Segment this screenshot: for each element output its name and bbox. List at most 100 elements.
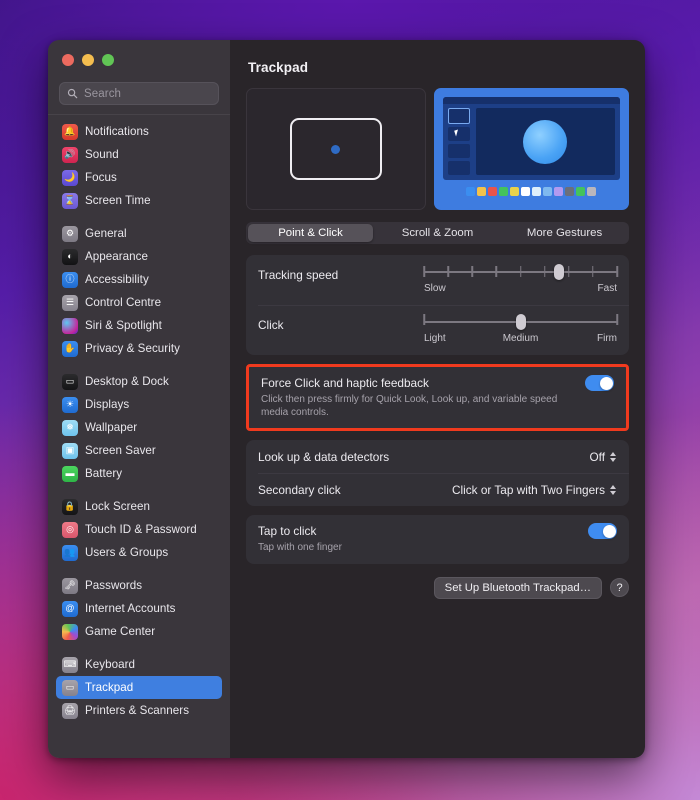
at-icon: @ <box>62 600 78 617</box>
click-label: Click <box>258 318 284 332</box>
person-icon: ⓘ <box>62 271 78 288</box>
slider-tick <box>471 266 473 277</box>
switches-icon: ☰ <box>62 294 78 311</box>
tracking-speed-row: Tracking speed Slow Fast <box>246 255 629 305</box>
sidebar-item-passwords[interactable]: 🗝 Passwords <box>56 574 222 597</box>
sidebar-item-desktop-dock[interactable]: ▭ Desktop & Dock <box>56 370 222 393</box>
sidebar-item-screen-time[interactable]: ⌛ Screen Time <box>56 189 222 212</box>
sidebar-item-touch-id-password[interactable]: ◎ Touch ID & Password <box>56 518 222 541</box>
force-click-toggle[interactable] <box>585 375 614 391</box>
sidebar-item-general[interactable]: ⚙ General <box>56 222 222 245</box>
click-thumb[interactable] <box>515 314 526 330</box>
tap-to-click-toggle[interactable] <box>588 523 617 540</box>
tracking-speed-label: Tracking speed <box>258 268 339 282</box>
search-input[interactable]: Search <box>59 82 219 105</box>
look-up-data-detectors-label: Look up & data detectors <box>258 449 390 464</box>
sidebar-search: Search <box>48 74 230 105</box>
sidebar-item-label: Trackpad <box>85 681 134 694</box>
key-icon: 🗝 <box>62 577 78 594</box>
sidebar-item-label: Privacy & Security <box>85 342 180 355</box>
contrast-icon: ◐ <box>62 248 78 265</box>
sidebar-item-label: Passwords <box>85 579 143 592</box>
sidebar-item-label: Lock Screen <box>85 500 150 513</box>
tracking-speed-thumb[interactable] <box>554 264 565 280</box>
sidebar-item-lock-screen[interactable]: 🔒 Lock Screen <box>56 495 222 518</box>
sidebar-item-keyboard[interactable]: ⌨ Keyboard <box>56 653 222 676</box>
sidebar-item-screen-saver[interactable]: ▣ Screen Saver <box>56 439 222 462</box>
sidebar-item-control-centre[interactable]: ☰ Control Centre <box>56 291 222 314</box>
sidebar-item-trackpad[interactable]: ▭ Trackpad <box>56 676 222 699</box>
sidebar-item-internet-accounts[interactable]: @ Internet Accounts <box>56 597 222 620</box>
sidebar-item-siri-spotlight[interactable]: Siri & Spotlight <box>56 314 222 337</box>
quicklook-titlebar-icon <box>442 97 620 104</box>
sidebar-item-label: Printers & Scanners <box>85 704 190 717</box>
force-click-row[interactable]: Force Click and haptic feedback Click th… <box>249 367 626 428</box>
slider-tick <box>592 266 594 277</box>
sidebar-item-privacy-security[interactable]: ✋ Privacy & Security <box>56 337 222 360</box>
color-swatch-icon <box>477 187 487 196</box>
slider-tick <box>495 266 498 277</box>
sidebar-nav: 🔔 Notifications 🔊 Sound 🌙 Focus ⌛ Screen Time ⚙ G… <box>48 120 230 722</box>
close-button[interactable] <box>62 54 74 66</box>
trackpad-illustration <box>246 88 426 210</box>
tap-to-click-group: Tap to click Tap with one finger <box>246 515 629 564</box>
color-swatch-icon <box>554 187 564 196</box>
sidebar-item-battery[interactable]: ▬ Battery <box>56 462 222 485</box>
sidebar-item-label: Battery <box>85 467 123 480</box>
sidebar-item-label: Control Centre <box>85 296 162 309</box>
moon-icon: 🌙 <box>62 169 78 186</box>
click-slider[interactable]: Light Medium Firm <box>423 314 618 346</box>
help-button[interactable]: ? <box>610 578 629 598</box>
sidebar-group-0: 🔔 Notifications 🔊 Sound 🌙 Focus ⌛ Screen Time <box>56 120 222 212</box>
sidebar-group-3: 🔒 Lock Screen ◎ Touch ID & Password 👥 Users &… <box>56 495 222 564</box>
gamecenter-icon <box>62 623 78 640</box>
quicklook-canvas <box>475 108 615 175</box>
force-click-description: Click then press firmly for Quick Look, … <box>261 394 558 419</box>
main-pane: Trackpad Point & Click Scroll & Zoom Mor… <box>230 40 645 758</box>
tap-to-click-row[interactable]: Tap to click Tap with one finger <box>246 515 629 563</box>
sidebar-item-displays[interactable]: ☀ Displays <box>56 393 222 416</box>
sidebar-divider <box>48 114 230 115</box>
sidebar-item-notifications[interactable]: 🔔 Notifications <box>56 120 222 143</box>
sidebar-item-game-center[interactable]: Game Center <box>56 620 222 643</box>
battery-icon: ▬ <box>62 465 78 482</box>
slider-tick <box>568 266 570 277</box>
force-click-label: Force Click and haptic feedback <box>261 376 429 390</box>
secondary-click-popup-button[interactable]: Click or Tap with Two Fingers <box>452 483 617 497</box>
tracking-speed-slider[interactable]: Slow Fast <box>423 264 618 296</box>
sidebar-item-accessibility[interactable]: ⓘ Accessibility <box>56 268 222 291</box>
lock-icon: 🔒 <box>62 498 78 515</box>
color-swatch-icon <box>587 187 597 196</box>
sidebar-item-sound[interactable]: 🔊 Sound <box>56 143 222 166</box>
minimize-button[interactable] <box>82 54 94 66</box>
users-icon: 👥 <box>62 544 78 561</box>
sidebar-item-printers-scanners[interactable]: 🖨 Printers & Scanners <box>56 699 222 722</box>
tap-to-click-description: Tap with one finger <box>258 542 342 554</box>
quicklook-thumbnail-icon <box>447 161 470 175</box>
slider-tick <box>423 266 425 277</box>
sidebar-item-label: Displays <box>85 398 130 411</box>
blue-circle-icon <box>523 119 568 164</box>
tracking-speed-scale: Slow Fast <box>424 283 617 296</box>
speaker-icon: 🔊 <box>62 146 78 163</box>
trackpad-outline-icon <box>289 118 382 180</box>
set-up-bluetooth-trackpad-button[interactable]: Set Up Bluetooth Trackpad… <box>433 576 602 599</box>
slider-tick <box>519 266 522 277</box>
tracking-speed-scale-max: Fast <box>597 283 617 294</box>
sidebar-item-label: Appearance <box>85 250 149 263</box>
sidebar-item-appearance[interactable]: ◐ Appearance <box>56 245 222 268</box>
look-up-data-detectors-popup-button[interactable]: Off <box>589 450 617 464</box>
display-icon: ☀ <box>62 396 78 413</box>
tab-point-click[interactable]: Point & Click <box>248 224 373 242</box>
tab-scroll-zoom[interactable]: Scroll & Zoom <box>375 224 500 242</box>
sidebar-item-focus[interactable]: 🌙 Focus <box>56 166 222 189</box>
color-swatch-icon <box>499 187 509 196</box>
color-swatch-icon <box>521 187 531 196</box>
sidebar-item-users-groups[interactable]: 👥 Users & Groups <box>56 541 222 564</box>
force-click-highlight-box: Force Click and haptic feedback Click th… <box>246 364 629 432</box>
toggle-knob <box>599 376 613 390</box>
tab-more-gestures[interactable]: More Gestures <box>502 224 627 242</box>
sidebar-item-label: General <box>85 227 127 240</box>
zoom-button[interactable] <box>102 54 114 66</box>
sidebar-item-wallpaper[interactable]: ❅ Wallpaper <box>56 416 222 439</box>
